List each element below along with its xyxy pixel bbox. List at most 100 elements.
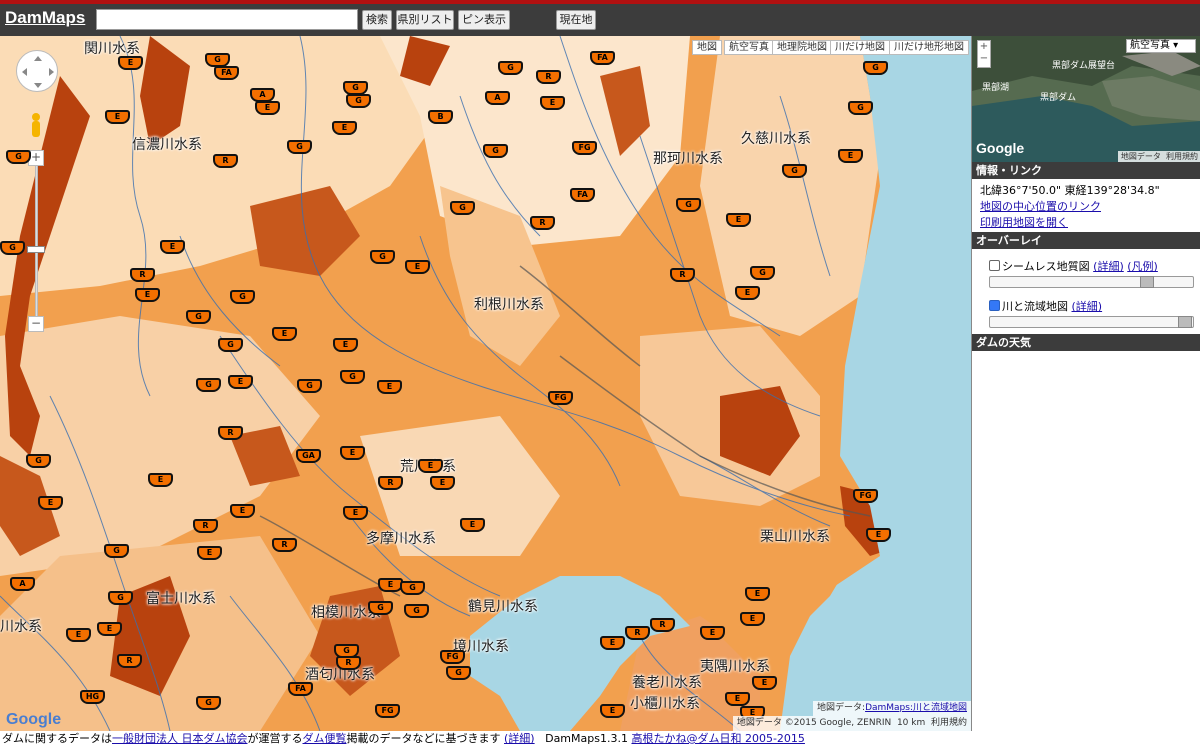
show-pins-button[interactable]: ピン表示 bbox=[458, 10, 510, 30]
dam-pin[interactable]: FG bbox=[853, 489, 878, 503]
dam-pin[interactable]: R bbox=[336, 656, 361, 670]
maptype-aerial[interactable]: 航空写真 bbox=[724, 40, 774, 55]
google-logo[interactable]: Google bbox=[6, 711, 61, 729]
dam-pin[interactable]: E bbox=[430, 476, 455, 490]
dam-pin[interactable]: G bbox=[498, 61, 523, 75]
dam-pin[interactable]: E bbox=[343, 506, 368, 520]
slider-thumb[interactable] bbox=[1140, 276, 1154, 288]
dam-pin[interactable]: E bbox=[600, 636, 625, 650]
dam-pin[interactable]: FA bbox=[288, 682, 313, 696]
dam-pin[interactable]: G bbox=[446, 666, 471, 680]
dam-pin[interactable]: R bbox=[272, 538, 297, 552]
dam-pin[interactable]: R bbox=[130, 268, 155, 282]
current-location-button[interactable]: 現在地 bbox=[556, 10, 596, 30]
print-map-link[interactable]: 印刷用地図を開く bbox=[980, 214, 1068, 230]
maptype-river-only[interactable]: 川だけ地図 bbox=[830, 40, 890, 55]
dam-pin[interactable]: R bbox=[536, 70, 561, 84]
dam-pin[interactable]: A bbox=[10, 577, 35, 591]
dam-pin[interactable]: FG bbox=[572, 141, 597, 155]
dam-pin[interactable]: FA bbox=[590, 51, 615, 65]
dam-pin[interactable]: R bbox=[378, 476, 403, 490]
dam-pin[interactable]: G bbox=[400, 581, 425, 595]
river-opacity-slider[interactable] bbox=[989, 316, 1194, 328]
dam-pin[interactable]: E bbox=[197, 546, 222, 560]
dam-pin[interactable]: G bbox=[205, 53, 230, 67]
dam-pin[interactable]: G bbox=[750, 266, 775, 280]
overview-zoom-control[interactable]: + − bbox=[977, 40, 991, 68]
dam-pin[interactable]: GA bbox=[296, 449, 321, 463]
dam-pin[interactable]: R bbox=[218, 426, 243, 440]
dam-pin[interactable]: R bbox=[625, 626, 650, 640]
dam-pin[interactable]: G bbox=[287, 140, 312, 154]
dam-pin[interactable]: E bbox=[66, 628, 91, 642]
dam-pin[interactable]: G bbox=[346, 94, 371, 108]
dam-pin[interactable]: E bbox=[460, 518, 485, 532]
jda-link[interactable]: 一般財団法人 日本ダム協会 bbox=[112, 732, 248, 745]
dam-pin[interactable]: FG bbox=[375, 704, 400, 718]
dam-pin[interactable]: E bbox=[725, 692, 750, 706]
overview-maptype-select[interactable]: 航空写真 ▾ bbox=[1126, 39, 1196, 53]
dam-pin[interactable]: E bbox=[160, 240, 185, 254]
dam-pin[interactable]: G bbox=[196, 696, 221, 710]
dam-pin[interactable]: E bbox=[735, 286, 760, 300]
footer-detail-link[interactable]: (詳細) bbox=[504, 732, 535, 745]
river-detail-link[interactable]: (詳細) bbox=[1072, 300, 1103, 313]
dam-handbook-link[interactable]: ダム便覧 bbox=[303, 732, 347, 745]
dam-pin[interactable]: E bbox=[228, 375, 253, 389]
dam-pin[interactable]: E bbox=[745, 587, 770, 601]
dam-pin[interactable]: R bbox=[213, 154, 238, 168]
dam-pin[interactable]: G bbox=[450, 201, 475, 215]
dam-pin[interactable]: E bbox=[105, 110, 130, 124]
dam-pin[interactable]: G bbox=[676, 198, 701, 212]
geology-legend-link[interactable]: (凡例) bbox=[1127, 260, 1158, 273]
dam-pin[interactable]: E bbox=[230, 504, 255, 518]
dam-pin[interactable]: FG bbox=[548, 391, 573, 405]
main-map[interactable]: 地図 航空写真 地理院地図 川だけ地図 川だけ地形地図 + − 関川水系 信濃川… bbox=[0, 36, 971, 731]
dam-pin[interactable]: E bbox=[418, 459, 443, 473]
dam-pin[interactable]: G bbox=[297, 379, 322, 393]
dam-pin[interactable]: E bbox=[700, 626, 725, 640]
dam-pin[interactable]: FA bbox=[570, 188, 595, 202]
maptype-gsi[interactable]: 地理院地図 bbox=[772, 40, 832, 55]
zoom-slider-thumb[interactable] bbox=[27, 246, 45, 253]
river-checkbox[interactable] bbox=[989, 300, 1000, 311]
dam-pin[interactable]: E bbox=[148, 473, 173, 487]
dam-pin[interactable]: G bbox=[863, 61, 888, 75]
overview-map[interactable]: + − 航空写真 ▾ 黒部ダム展望台 黒部湖 黒部ダム Google 地図データ … bbox=[972, 36, 1200, 162]
dam-pin[interactable]: A bbox=[485, 91, 510, 105]
dam-pin[interactable]: G bbox=[782, 164, 807, 178]
pan-control[interactable] bbox=[16, 50, 58, 92]
dam-pin[interactable]: FA bbox=[214, 66, 239, 80]
dam-pin[interactable]: A bbox=[250, 88, 275, 102]
dam-pin[interactable]: E bbox=[118, 56, 143, 70]
app-logo[interactable]: DamMaps bbox=[5, 8, 85, 28]
slider-thumb[interactable] bbox=[1178, 316, 1192, 328]
dam-pin[interactable]: R bbox=[117, 654, 142, 668]
geology-checkbox[interactable] bbox=[989, 260, 1000, 271]
dam-pin[interactable]: G bbox=[218, 338, 243, 352]
search-button[interactable]: 検索 bbox=[362, 10, 392, 30]
dammaps-link[interactable]: DamMaps:川と流域地図 bbox=[865, 703, 967, 713]
dam-pin[interactable]: E bbox=[333, 338, 358, 352]
terms-link[interactable]: 利用規約 bbox=[931, 718, 967, 728]
dam-pin[interactable]: R bbox=[650, 618, 675, 632]
dam-pin[interactable]: G bbox=[196, 378, 221, 392]
dam-pin[interactable]: G bbox=[0, 241, 25, 255]
dam-pin[interactable]: E bbox=[377, 380, 402, 394]
dam-pin[interactable]: HG bbox=[80, 690, 105, 704]
dam-pin[interactable]: R bbox=[530, 216, 555, 230]
zoom-track[interactable] bbox=[35, 161, 38, 321]
dam-pin[interactable]: E bbox=[726, 213, 751, 227]
dam-pin[interactable]: E bbox=[866, 528, 891, 542]
dam-pin[interactable]: G bbox=[343, 81, 368, 95]
dam-pin[interactable]: E bbox=[97, 622, 122, 636]
dam-pin[interactable]: E bbox=[540, 96, 565, 110]
dam-pin[interactable]: E bbox=[340, 446, 365, 460]
maptype-river-terrain[interactable]: 川だけ地形地図 bbox=[889, 40, 969, 55]
dam-pin[interactable]: G bbox=[108, 591, 133, 605]
dam-pin[interactable]: E bbox=[838, 149, 863, 163]
pegman-icon[interactable] bbox=[29, 112, 43, 138]
center-link[interactable]: 地図の中心位置のリンク bbox=[980, 198, 1101, 214]
prefecture-list-button[interactable]: 県別リスト bbox=[396, 10, 454, 30]
dam-pin[interactable]: R bbox=[670, 268, 695, 282]
